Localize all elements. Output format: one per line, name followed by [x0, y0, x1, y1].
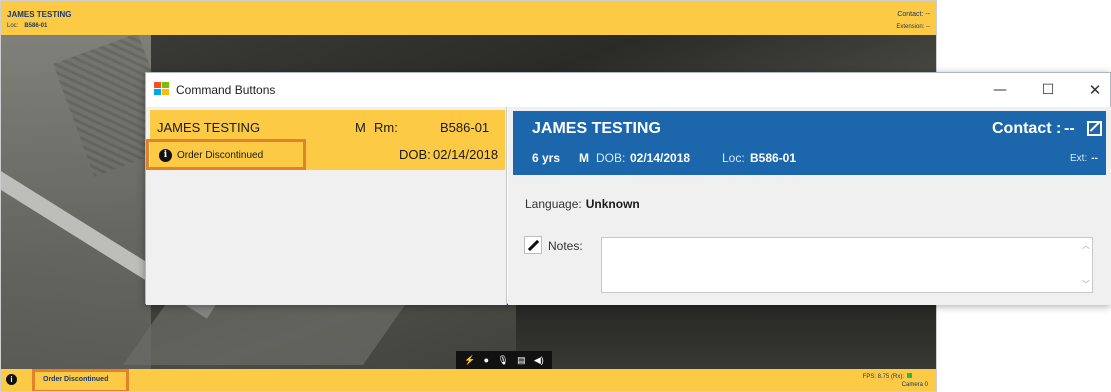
camera-label: Camera 0 [901, 382, 928, 388]
patient-detail-panel: JAMES TESTING Contact : -- 6 yrs M DOB: … [508, 107, 1111, 305]
command-buttons-dialog: Command Buttons — ☐ ✕ JAMES TESTING M Rm… [145, 72, 1111, 305]
microphone-icon[interactable]: 🎙 [497, 355, 508, 365]
patient-card[interactable]: JAMES TESTING M Rm: B586-01 DOB: 02/14/2… [146, 110, 505, 170]
dialog-title: Command Buttons [176, 83, 276, 97]
video-loc-label: Loc: [7, 23, 19, 29]
detail-dob: 02/14/2018 [630, 151, 691, 165]
minimize-button[interactable]: — [987, 79, 1013, 101]
detail-loc: B586-01 [750, 151, 797, 165]
detail-sex: M [579, 151, 589, 165]
detail-ext-label: Ext: [1070, 153, 1088, 164]
record-dot-icon[interactable]: ● [484, 355, 489, 365]
detail-contact-value: -- [1064, 120, 1075, 137]
patient-list-panel: JAMES TESTING M Rm: B586-01 DOB: 02/14/2… [146, 107, 507, 305]
patient-card-room-label: Rm: [374, 120, 398, 135]
video-controls-bar: ⚡ ● 🎙 ▤ ◀) [456, 351, 552, 369]
app-icon [154, 82, 170, 96]
patient-card-name: JAMES TESTING [157, 120, 261, 135]
maximize-button[interactable]: ☐ [1035, 79, 1061, 101]
language-value: Unknown [585, 197, 640, 211]
patient-card-dob-label: DOB: [399, 147, 431, 162]
notes-scrollbar[interactable]: ︿ ﹀ [1080, 238, 1092, 292]
info-icon: i [159, 149, 172, 162]
detail-loc-label: Loc: [722, 151, 745, 165]
dialog-titlebar[interactable]: Command Buttons — ☐ ✕ [146, 73, 1110, 107]
close-button[interactable]: ✕ [1082, 79, 1108, 101]
video-loc-value: B586-01 [24, 23, 48, 29]
detail-age: 6 yrs [532, 151, 561, 165]
edit-notes-icon[interactable] [524, 236, 542, 254]
patient-card-room: B586-01 [440, 120, 490, 135]
video-extension: Extension: -- [896, 24, 930, 30]
flash-icon[interactable]: ⚡ [464, 355, 475, 365]
detail-dob-label: DOB: [596, 151, 626, 165]
footer-order-status[interactable]: Order Discontinued [43, 376, 108, 383]
info-icon: i [6, 374, 17, 385]
video-patient-name: JAMES TESTING [7, 10, 72, 19]
video-location: Loc: B586-01 [7, 23, 47, 29]
scroll-down-icon[interactable]: ﹀ [1082, 279, 1090, 290]
patient-card-dob: 02/14/2018 [433, 147, 499, 162]
chat-icon[interactable]: ▤ [517, 355, 526, 365]
fps-text: FPS: 8.75 (Rx): [862, 374, 904, 380]
patient-card-sex: M [355, 120, 366, 135]
volume-icon[interactable]: ◀) [534, 355, 544, 365]
fps-readout: FPS: 8.75 (Rx): [863, 373, 912, 380]
video-header-banner: JAMES TESTING Loc: B586-01 Contact: -- Ex… [1, 1, 936, 35]
language-row: Language: Unknown [525, 197, 640, 211]
detail-contact-label: Contact : [992, 120, 1062, 137]
edit-contact-icon[interactable] [1087, 121, 1102, 136]
detail-extension: Ext: -- [1070, 153, 1098, 164]
detail-ext-value: -- [1091, 153, 1098, 164]
video-footer-banner: i Order Discontinued FPS: 8.75 (Rx): Cam… [1, 369, 936, 391]
video-contact: Contact: -- [897, 11, 930, 18]
notes-label: Notes: [548, 239, 583, 253]
scroll-up-icon[interactable]: ︿ [1082, 240, 1090, 251]
patient-detail-header: JAMES TESTING Contact : -- 6 yrs M DOB: … [513, 111, 1106, 175]
detail-patient-name: JAMES TESTING [532, 120, 661, 137]
connection-status-icon [907, 373, 912, 378]
language-label: Language: [525, 197, 582, 211]
notes-field[interactable] [601, 237, 1093, 293]
order-status-badge[interactable]: Order Discontinued [177, 150, 263, 161]
